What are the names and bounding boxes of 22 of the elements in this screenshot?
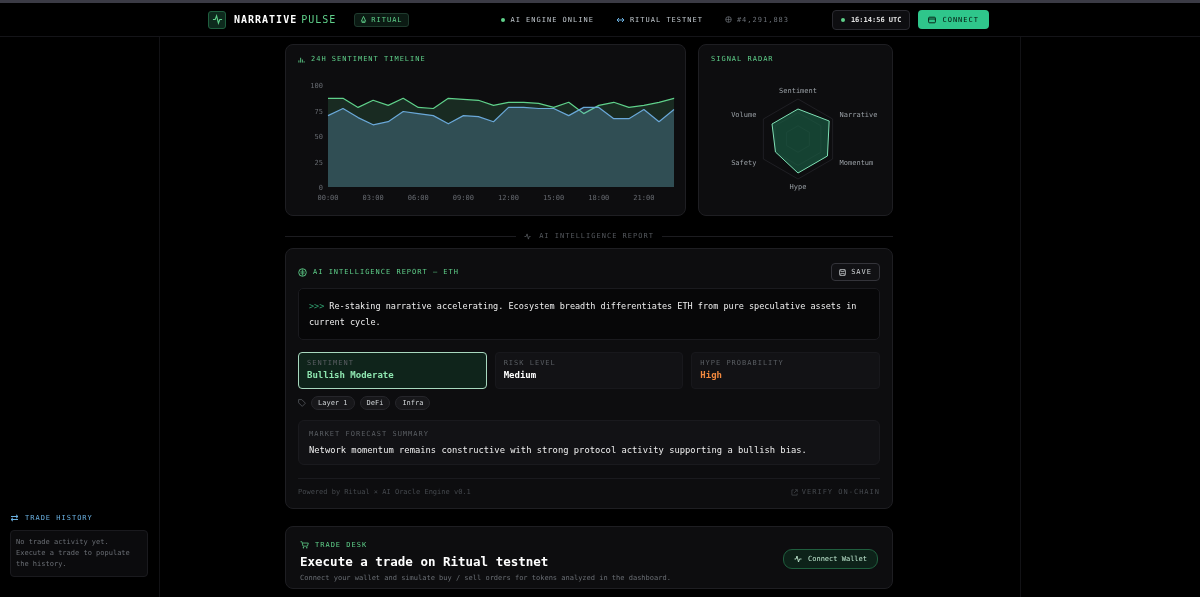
pulse-icon [211,14,223,25]
pulse-icon [524,232,532,240]
metric-value: Medium [503,370,538,380]
swap-icon [10,514,19,522]
status-dot-icon [501,17,506,22]
link-icon [615,16,625,23]
cart-icon [300,541,309,549]
metric-value: Bullish Moderate [307,370,395,380]
metric-value: High [700,370,723,380]
tag-icon [298,399,306,407]
wallet-icon [928,15,937,24]
globe-icon [724,16,732,23]
live-dot-icon [840,17,845,22]
summary-text: >>> Re-staking narrative accelerating. Ecosystem breadth differentiates ETH from pure speculative assets in current cycle. [309,300,858,329]
save-icon [839,268,847,276]
forecast-text: Network momentum remains constructive with strong protocol activity supporting a bullish bias. [309,445,808,455]
external-link-icon [790,488,798,496]
pulse-icon [794,555,802,563]
trade-title: Execute a trade on Ritual testnet [300,553,549,569]
radar-shape [771,108,830,174]
bar-chart-icon [298,55,305,63]
app-title: NARRATIVE PULSE [234,14,337,25]
